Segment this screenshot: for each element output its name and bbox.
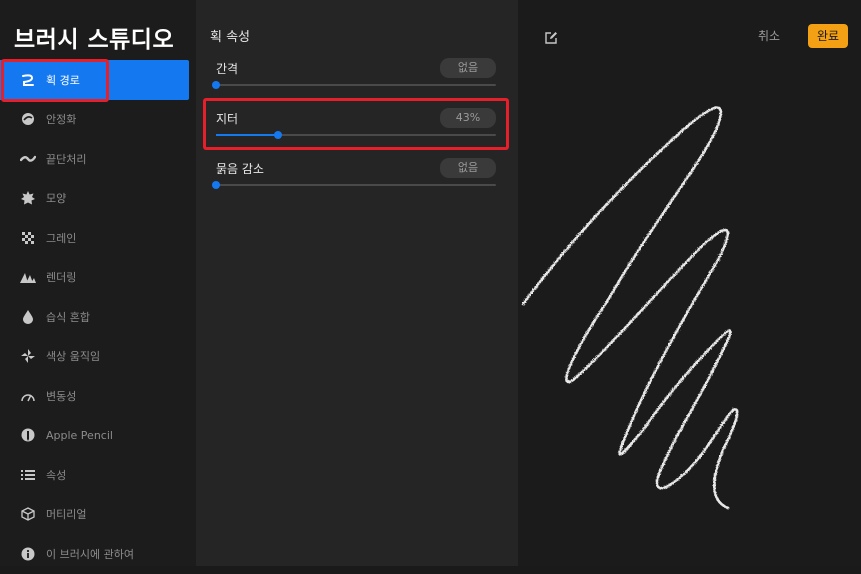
- app-title: 브러시 스튜디오: [14, 27, 175, 53]
- sidebar-item-dynamics[interactable]: 변동성: [0, 376, 196, 416]
- sidebar: 브러시 스튜디오 획 경로 안정화 끝단처리 모양 그레인 렌더링 습식 혼합 …: [0, 0, 196, 566]
- stroke-path-icon: [20, 72, 36, 88]
- brush-stroke: [521, 106, 739, 510]
- sidebar-item-taper[interactable]: 끝단처리: [0, 139, 196, 179]
- setting-label: 지터: [216, 112, 239, 126]
- sidebar-item-label: 획 경로: [46, 73, 80, 87]
- setting-label: 묽음 감소: [216, 162, 264, 176]
- sidebar-item-stroke-path[interactable]: 획 경로: [0, 60, 189, 100]
- info-icon: [20, 546, 36, 562]
- apple-pencil-icon: [20, 427, 36, 443]
- slider-knob[interactable]: [212, 81, 220, 89]
- sidebar-item-materials[interactable]: 머티리얼: [0, 495, 196, 535]
- sidebar-item-wet-mix[interactable]: 습식 혼합: [0, 297, 196, 337]
- wet-mix-icon: [20, 309, 36, 325]
- sidebar-item-label: Apple Pencil: [46, 428, 113, 442]
- setting-fall-off: 묽음 감소 없음: [212, 158, 498, 198]
- sidebar-item-label: 머티리얼: [46, 508, 87, 522]
- sidebar-item-apple-pencil[interactable]: Apple Pencil: [0, 416, 196, 456]
- sidebar-item-label: 습식 혼합: [46, 310, 90, 324]
- setting-label: 간격: [216, 62, 239, 76]
- properties-icon: [20, 467, 36, 483]
- sidebar-item-label: 모양: [46, 192, 67, 206]
- slider-knob[interactable]: [212, 181, 220, 189]
- setting-value[interactable]: 없음: [440, 158, 496, 178]
- sidebar-item-properties[interactable]: 속성: [0, 455, 196, 495]
- taper-icon: [20, 151, 36, 167]
- slider-fill: [216, 134, 278, 136]
- settings-panel: 획 속성 간격 없음 지터 43% 묽음 감소 없음: [196, 0, 518, 566]
- setting-value[interactable]: 43%: [440, 108, 496, 128]
- grain-icon: [20, 230, 36, 246]
- done-button[interactable]: 완료: [808, 24, 848, 48]
- sidebar-item-label: 이 브러시에 관하여: [46, 547, 134, 561]
- sidebar-item-label: 색상 움직임: [46, 350, 101, 364]
- sidebar-item-label: 변동성: [46, 389, 77, 403]
- setting-jitter: 지터 43%: [216, 108, 498, 148]
- sidebar-item-color-dynamics[interactable]: 색상 움직임: [0, 337, 196, 377]
- color-dynamics-icon: [20, 348, 36, 364]
- edit-icon[interactable]: [544, 30, 560, 46]
- rendering-icon: [20, 269, 36, 285]
- slider-knob[interactable]: [273, 131, 282, 139]
- sidebar-item-label: 렌더링: [46, 271, 77, 285]
- stroke-preview: [521, 106, 739, 510]
- sidebar-item-label: 속성: [46, 468, 67, 482]
- sidebar-item-shape[interactable]: 모양: [0, 179, 196, 219]
- sidebar-item-label: 안정화: [46, 113, 77, 127]
- sidebar-item-label: 끝단처리: [46, 152, 87, 166]
- sidebar-item-stabilization[interactable]: 안정화: [0, 100, 196, 140]
- sidebar-item-rendering[interactable]: 렌더링: [0, 258, 196, 298]
- sidebar-nav: 획 경로 안정화 끝단처리 모양 그레인 렌더링 습식 혼합 색상 움직임 변동…: [0, 60, 196, 574]
- setting-spacing: 간격 없음: [212, 58, 498, 98]
- shape-icon: [20, 190, 36, 206]
- jitter-slider[interactable]: [216, 131, 496, 139]
- dynamics-icon: [20, 388, 36, 404]
- panel-title: 획 속성: [210, 30, 251, 45]
- fall-off-slider[interactable]: [212, 181, 496, 189]
- stabilization-icon: [20, 111, 36, 127]
- cancel-button[interactable]: 취소: [750, 26, 788, 46]
- sidebar-item-about-brush[interactable]: 이 브러시에 관하여: [0, 534, 196, 574]
- materials-icon: [20, 506, 36, 522]
- setting-value[interactable]: 없음: [440, 58, 496, 78]
- sidebar-item-label: 그레인: [46, 231, 77, 245]
- sidebar-item-grain[interactable]: 그레인: [0, 218, 196, 258]
- spacing-slider[interactable]: [212, 81, 496, 89]
